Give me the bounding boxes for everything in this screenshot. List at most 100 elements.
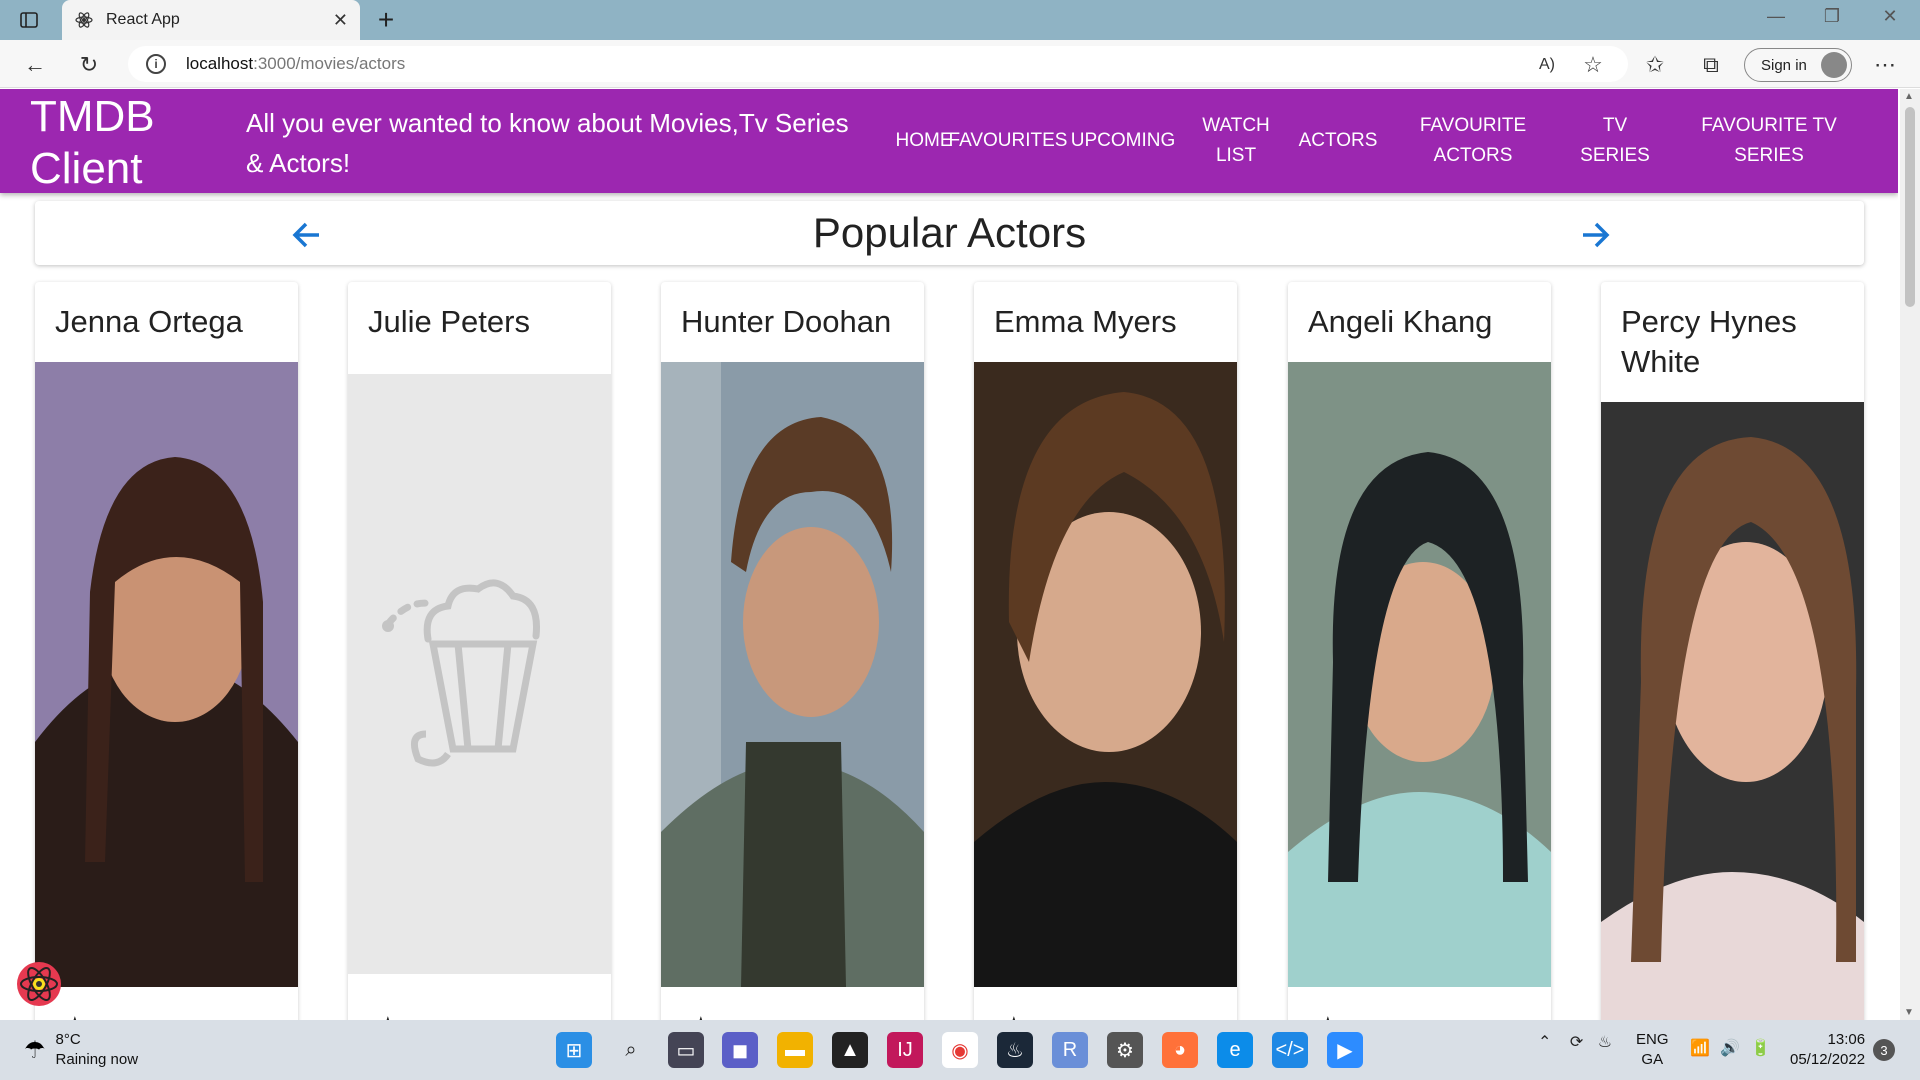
nav-favourites[interactable]: FAVOURITES [948, 126, 1068, 156]
clock-time: 13:06 [1827, 1031, 1866, 1048]
nav-favourite-tv-series[interactable]: FAVOURITE TV SERIES [1694, 111, 1844, 171]
firefox-icon[interactable]: ◕ [1162, 1032, 1198, 1068]
actor-rating-icon: ★ [378, 1012, 398, 1020]
brand-title[interactable]: TMDB Client [30, 91, 210, 195]
collections-icon[interactable]: ⧉ [1696, 50, 1726, 80]
profile-avatar-icon [1821, 52, 1847, 78]
teams-chat-icon[interactable]: ◼ [722, 1032, 758, 1068]
clock[interactable]: 13:06 05/12/2022 [1790, 1030, 1865, 1070]
actor-card[interactable]: Emma Myers ★ [974, 282, 1237, 1020]
actor-card[interactable]: Julie Peters ★ [348, 282, 611, 1020]
volume-icon: 🔊 [1720, 1040, 1741, 1057]
wifi-icon: 📶 [1690, 1040, 1710, 1057]
actor-card[interactable]: Jenna Ortega ★ [35, 282, 298, 1020]
settings-icon[interactable]: ⚙ [1107, 1032, 1143, 1068]
page-viewport: TMDB Client All you ever wanted to know … [0, 89, 1898, 1020]
zoom-icon[interactable]: ▶ [1327, 1032, 1363, 1068]
weather-status: Raining now [55, 1051, 139, 1068]
refresh-icon[interactable]: ↻ [74, 50, 104, 80]
browser-tab-strip: React App ✕ + — ❐ ✕ [0, 0, 1920, 40]
actor-card[interactable]: Hunter Doohan ★ [661, 282, 924, 1020]
battery-icon: 🔋 [1750, 1040, 1771, 1057]
actor-rating-icon: ★ [1004, 1012, 1024, 1020]
actor-name: Jenna Ortega [55, 304, 243, 339]
add-favourite-icon[interactable]: ☆ [1578, 50, 1608, 80]
tab-title: React App [106, 11, 180, 28]
tab-actions-icon[interactable] [14, 8, 44, 32]
language-indicator[interactable]: ENG GA [1636, 1030, 1669, 1070]
scrollbar-thumb[interactable] [1905, 107, 1915, 307]
back-icon[interactable]: ← [20, 50, 50, 80]
actor-rating-icon: ★ [691, 1012, 711, 1020]
actor-name: Hunter Doohan [681, 304, 892, 339]
nav-upcoming[interactable]: UPCOMING [1070, 126, 1176, 156]
react-favicon-icon [75, 12, 93, 28]
nav-tv-series[interactable]: TV SERIES [1570, 111, 1660, 171]
language-secondary: GA [1641, 1051, 1664, 1068]
restore-icon[interactable]: ❐ [1812, 6, 1852, 27]
actor-card[interactable]: Percy Hynes White [1601, 282, 1864, 1020]
actor-name: Angeli Khang [1308, 304, 1493, 339]
placeholder-popcorn-icon [348, 374, 611, 974]
actor-card[interactable]: Angeli Khang ★ [1288, 282, 1551, 1020]
url-host: localhost [186, 54, 254, 73]
language-primary: ENG [1636, 1031, 1669, 1048]
predator-app-icon[interactable]: ▲ [832, 1032, 868, 1068]
react-devtools-icon[interactable] [14, 959, 64, 1009]
url-path: :3000/movies/actors [253, 54, 406, 73]
nav-actors[interactable]: ACTORS [1290, 126, 1386, 156]
sign-in-label: Sign in [1761, 56, 1807, 74]
tagline: All you ever wanted to know about Movies… [246, 108, 849, 178]
more-menu-icon[interactable]: ⋯ [1870, 50, 1900, 80]
rain-cloud-icon: ☂ [24, 1036, 46, 1064]
network-volume-battery[interactable]: 📶 🔊 🔋 [1690, 1038, 1771, 1058]
read-aloud-icon[interactable]: A) [1532, 50, 1562, 80]
actor-photo [1288, 362, 1551, 987]
browser-tab[interactable]: React App ✕ [62, 0, 360, 40]
minimize-icon[interactable]: — [1756, 6, 1796, 27]
steam-icon[interactable]: ♨ [997, 1032, 1033, 1068]
r-app-icon[interactable]: R [1052, 1032, 1088, 1068]
intellij-icon[interactable]: IJ [887, 1032, 923, 1068]
actor-rating-icon: ★ [1318, 1012, 1338, 1020]
actor-rating-icon: ★ [65, 1012, 85, 1020]
close-window-icon[interactable]: ✕ [1870, 6, 1910, 27]
address-bar[interactable]: i localhost:3000/movies/actors [128, 46, 1628, 82]
sync-icon[interactable]: ⟳ [1570, 1034, 1583, 1051]
scroll-up-icon[interactable]: ▲ [1904, 91, 1914, 102]
browser-toolbar: ← ↻ i localhost:3000/movies/actors A) ☆ … [0, 40, 1920, 88]
sign-in-button[interactable]: Sign in [1744, 48, 1852, 82]
windows-taskbar: ☂ 8°C Raining now ⊞ ⌕ ▭ ◼ ▬ ▲ IJ ◉ ♨ R ⚙… [0, 1020, 1920, 1080]
chrome-icon[interactable]: ◉ [942, 1032, 978, 1068]
nav-favourite-actors[interactable]: FAVOURITE ACTORS [1410, 111, 1536, 171]
system-tray: ⌃ ⟳ ♨ [1538, 1032, 1612, 1052]
notification-count-badge[interactable]: 3 [1873, 1039, 1895, 1061]
site-info-icon[interactable]: i [146, 54, 166, 74]
tab-close-icon[interactable]: ✕ [333, 10, 348, 31]
vscode-icon[interactable]: </> [1272, 1032, 1308, 1068]
file-explorer-icon[interactable]: ▬ [777, 1032, 813, 1068]
weather-temperature: 8°C [55, 1031, 81, 1048]
weather-widget[interactable]: ☂ 8°C Raining now [24, 1030, 138, 1070]
arrow-forward-icon[interactable] [1575, 217, 1615, 253]
edge-icon[interactable]: e [1217, 1032, 1253, 1068]
actor-name: Percy Hynes White [1621, 304, 1797, 379]
actor-name: Julie Peters [368, 304, 530, 339]
favourites-icon[interactable]: ✩ [1640, 50, 1670, 80]
scroll-down-icon[interactable]: ▼ [1904, 1007, 1914, 1018]
page-header-card: Popular Actors [35, 201, 1864, 265]
page-scrollbar[interactable]: ▲ ▼ [1900, 89, 1920, 1020]
clock-date: 05/12/2022 [1790, 1051, 1866, 1068]
task-view-icon[interactable]: ▭ [668, 1032, 704, 1068]
actor-name: Emma Myers [994, 304, 1177, 339]
start-icon[interactable]: ⊞ [556, 1032, 592, 1068]
nav-watch-list[interactable]: WATCH LIST [1192, 111, 1280, 171]
search-icon[interactable]: ⌕ [613, 1032, 649, 1068]
actor-photo [35, 362, 298, 987]
new-tab-icon[interactable]: + [370, 4, 402, 36]
steam-tray-icon[interactable]: ♨ [1598, 1034, 1612, 1051]
actor-photo [1601, 402, 1864, 1020]
show-hidden-icons-icon[interactable]: ⌃ [1538, 1034, 1551, 1051]
actor-photo [974, 362, 1237, 987]
actor-photo [661, 362, 924, 987]
